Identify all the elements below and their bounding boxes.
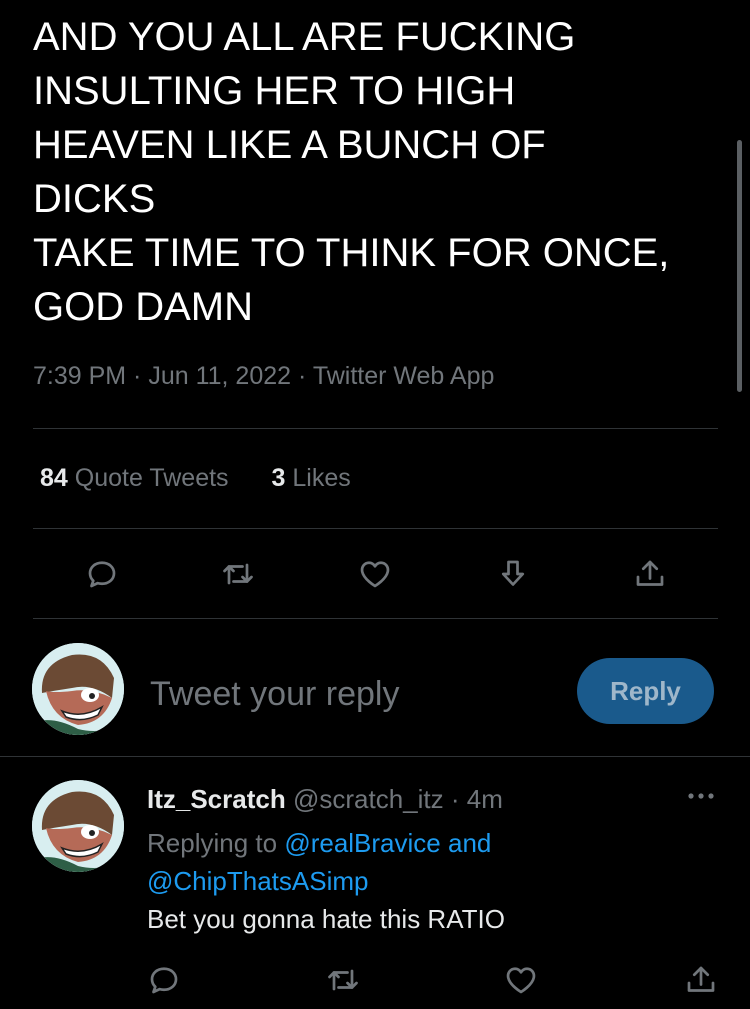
tweet-action-bar — [0, 552, 750, 596]
share-icon[interactable] — [628, 552, 672, 596]
share-icon[interactable] — [679, 958, 723, 1002]
tweet-meta: 7:39 PM · Jun 11, 2022 · Twitter Web App — [33, 362, 494, 391]
divider — [0, 756, 750, 757]
divider — [33, 528, 718, 529]
tweet-text: AND YOU ALL ARE FUCKING INSULTING HER TO… — [33, 15, 670, 329]
reply-author-avatar[interactable] — [32, 780, 124, 872]
likes-label: Likes — [292, 464, 351, 492]
tweet-source[interactable]: Twitter Web App — [313, 362, 495, 390]
retweet-icon[interactable] — [321, 958, 365, 1002]
reply-icon[interactable] — [80, 552, 124, 596]
reply-header: Itz_Scratch @scratch_itz · 4m — [147, 784, 503, 815]
reply-icon[interactable] — [142, 958, 186, 1002]
mention-link[interactable]: @realBravice and — [284, 828, 491, 858]
more-options-icon[interactable] — [686, 786, 716, 806]
reply-input[interactable]: Tweet your reply — [150, 675, 399, 714]
like-icon[interactable] — [353, 552, 397, 596]
divider — [33, 618, 718, 619]
reply-author-handle[interactable]: @scratch_itz — [293, 784, 444, 814]
tweet-stats: 84 Quote Tweets 3 Likes — [40, 464, 387, 493]
meta-separator: · — [443, 784, 467, 814]
tweet-time[interactable]: 7:39 PM — [33, 362, 126, 390]
divider — [33, 428, 718, 429]
meta-separator: · — [126, 362, 149, 390]
reply-text: Bet you gonna hate this RATIO — [147, 904, 505, 934]
replying-prefix: Replying to — [147, 828, 285, 858]
quote-tweets-stat[interactable]: 84 Quote Tweets — [40, 464, 229, 492]
quote-label: Quote Tweets — [74, 464, 229, 492]
reply-author-name[interactable]: Itz_Scratch — [147, 784, 286, 814]
likes-stat[interactable]: 3 Likes — [272, 464, 351, 492]
likes-count: 3 — [271, 464, 286, 492]
reply-button[interactable]: Reply — [577, 658, 714, 724]
reply-age[interactable]: 4m — [467, 784, 503, 814]
bookmark-icon[interactable] — [491, 552, 535, 596]
meta-separator: · — [291, 362, 313, 390]
tweet-date[interactable]: Jun 11, 2022 — [148, 362, 291, 390]
replying-to: Replying to @realBravice and @ChipThatsA… — [147, 824, 567, 900]
retweet-icon[interactable] — [216, 552, 260, 596]
mention-link[interactable]: @ChipThatsASimp — [147, 866, 368, 896]
quote-count: 84 — [40, 464, 68, 492]
reply-action-bar — [0, 958, 750, 1002]
like-icon[interactable] — [499, 958, 543, 1002]
scrollbar[interactable] — [737, 140, 742, 392]
avatar[interactable] — [32, 643, 124, 735]
